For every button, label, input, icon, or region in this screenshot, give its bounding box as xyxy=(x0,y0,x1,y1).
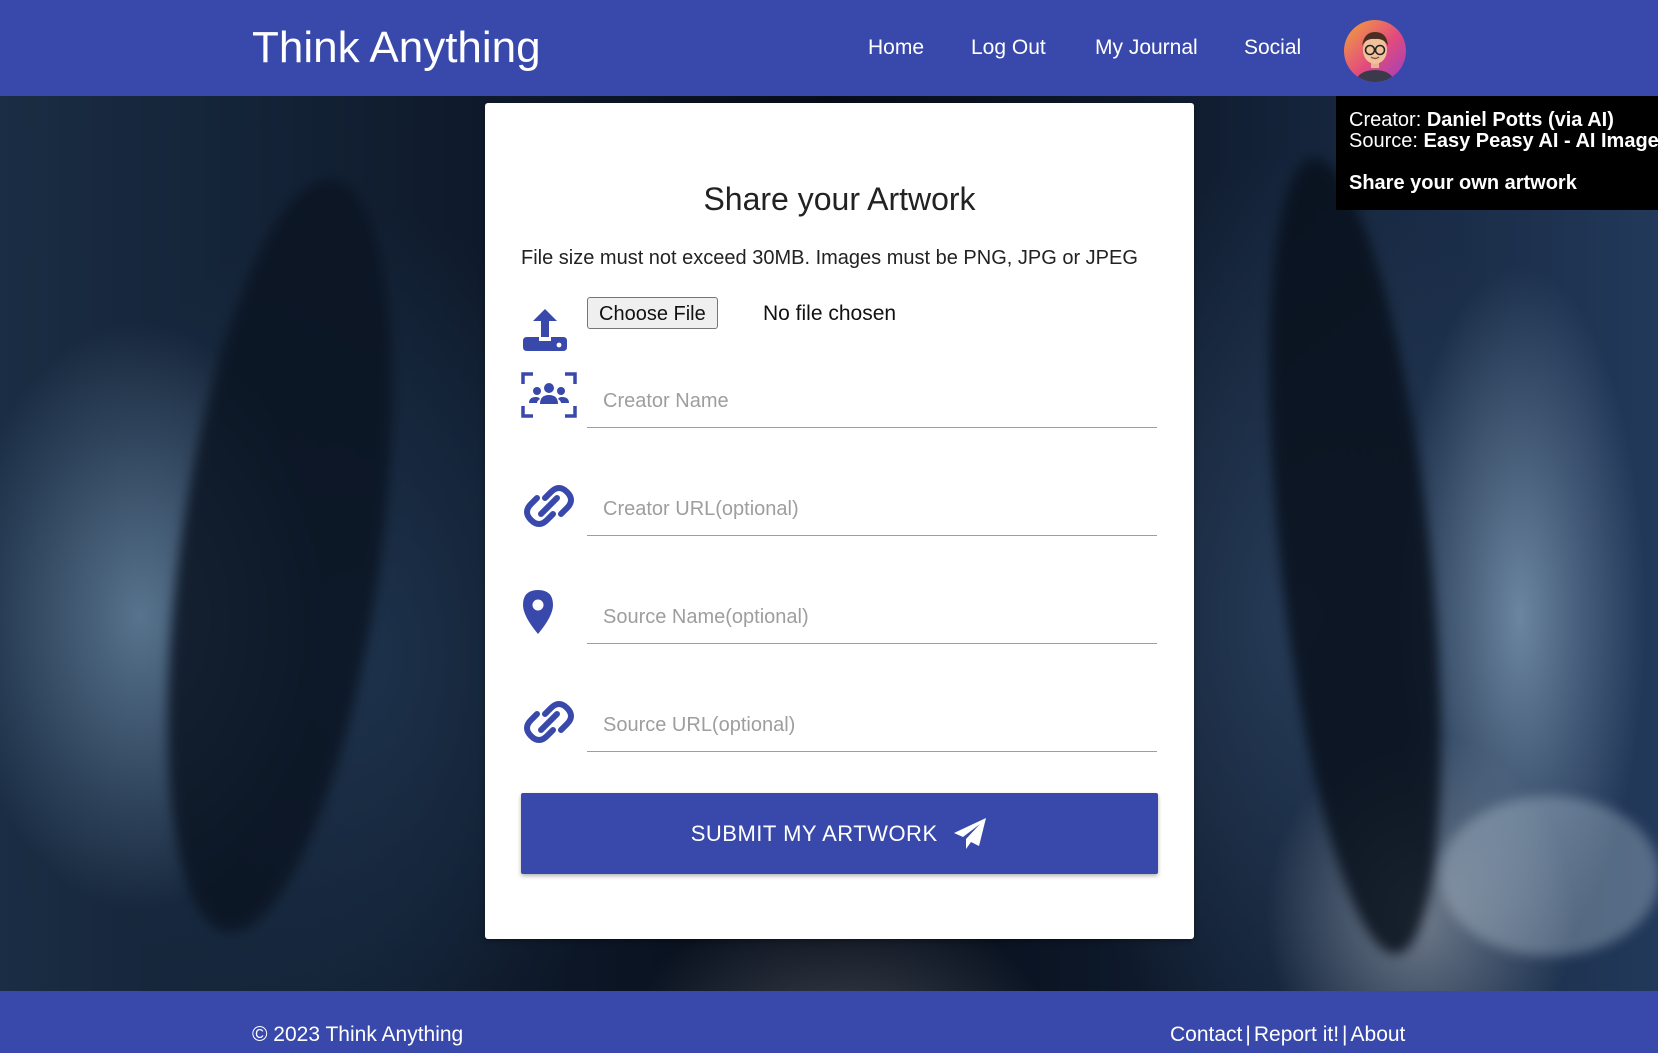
brand-logo[interactable]: Think Anything xyxy=(252,20,541,76)
paper-plane-icon xyxy=(954,817,987,849)
file-status-text: No file chosen xyxy=(763,302,897,325)
source-url-input[interactable] xyxy=(587,700,1157,752)
credit-source-value: Easy Peasy AI - AI Images xyxy=(1423,130,1658,152)
top-navbar: Think Anything Home Log Out My Journal S… xyxy=(0,0,1658,96)
footer-link-report[interactable]: Report it! xyxy=(1254,1023,1339,1046)
source-url-field xyxy=(521,692,1161,762)
copyright-text: © 2023 Think Anything xyxy=(252,1023,464,1046)
creator-url-input[interactable] xyxy=(587,484,1157,536)
footer-link-about[interactable]: About xyxy=(1351,1023,1406,1046)
submit-artwork-button[interactable]: SUBMIT MY ARTWORK xyxy=(521,793,1158,874)
footer-separator: | xyxy=(1245,1023,1251,1046)
creator-name-input[interactable] xyxy=(587,376,1157,428)
nav-home[interactable]: Home xyxy=(868,30,924,66)
people-scan-icon xyxy=(521,372,577,428)
credit-creator-value: Daniel Potts (via AI) xyxy=(1426,109,1614,131)
credit-creator-row: Creator: Daniel Potts (via AI) xyxy=(1349,110,1614,131)
form-title: Share your Artwork xyxy=(703,181,976,217)
credit-source-label: Source: xyxy=(1349,130,1418,152)
share-own-artwork-link[interactable]: Share your own artwork xyxy=(1349,173,1577,194)
creator-name-field xyxy=(521,368,1161,438)
footer-links: Contact | Report it! | About xyxy=(1170,1021,1405,1049)
source-name-field xyxy=(521,584,1161,654)
nav-logout[interactable]: Log Out xyxy=(971,30,1046,66)
link-icon xyxy=(521,484,577,540)
credit-source-row: Source: Easy Peasy AI - AI Images xyxy=(1349,131,1658,152)
nav-my-journal[interactable]: My Journal xyxy=(1095,30,1198,66)
upload-icon xyxy=(521,307,569,358)
nav-social[interactable]: Social xyxy=(1244,30,1301,66)
footer: © 2023 Think Anything Contact | Report it!… xyxy=(0,991,1658,1053)
source-name-input[interactable] xyxy=(587,592,1157,644)
creator-url-field xyxy=(521,476,1161,546)
file-size-notice: File size must not exceed 30MB. Images m… xyxy=(521,247,1138,269)
link-icon xyxy=(521,700,577,756)
footer-separator: | xyxy=(1342,1023,1348,1046)
share-artwork-card: Share your Artwork File size must not ex… xyxy=(485,103,1194,939)
credit-creator-label: Creator: xyxy=(1349,109,1422,131)
image-credit-box: Creator: Daniel Potts (via AI) Source: E… xyxy=(1336,96,1658,210)
choose-file-button[interactable]: Choose File xyxy=(587,297,718,329)
user-avatar[interactable] xyxy=(1344,20,1406,82)
file-upload-row: Choose File No file chosen xyxy=(521,293,1161,353)
footer-link-contact[interactable]: Contact xyxy=(1170,1023,1242,1046)
submit-artwork-label: SUBMIT MY ARTWORK xyxy=(690,820,938,846)
share-own-artwork-label: Share your own artwork xyxy=(1349,172,1577,194)
location-pin-icon xyxy=(521,588,577,644)
